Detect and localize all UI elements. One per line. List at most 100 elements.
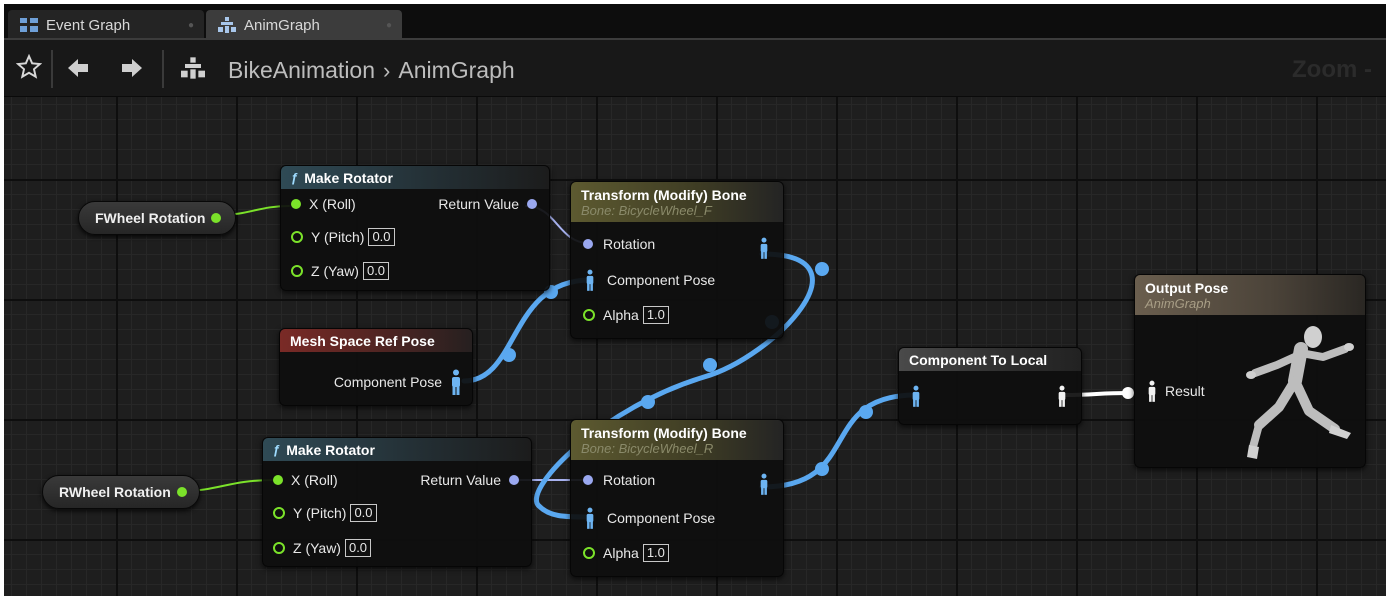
- float-input-pin[interactable]: [291, 199, 301, 209]
- node-title: Mesh Space Ref Pose: [290, 332, 435, 349]
- rotator-input-pin[interactable]: [583, 475, 593, 485]
- event-graph-icon: [20, 18, 38, 32]
- pin-label: Component Pose: [607, 272, 716, 288]
- tab-bar: Event Graph ● AnimGraph ●: [4, 4, 1386, 40]
- float-output-pin[interactable]: [211, 213, 222, 223]
- wire-reroute-dot: [815, 462, 829, 476]
- pose-input-pin-icon[interactable]: [585, 268, 595, 292]
- pin-label: Rotation: [603, 236, 656, 252]
- node-title: Output Pose: [1145, 279, 1229, 296]
- pin-label: Component Pose: [333, 374, 442, 390]
- node-header: Transform (Modify) Bone Bone: BicycleWhe…: [571, 420, 783, 460]
- tab-event-graph[interactable]: Event Graph ●: [8, 10, 204, 40]
- anim-blueprint-icon: [181, 57, 205, 79]
- pin-label: Alpha: [603, 307, 639, 323]
- local-pose-output-pin-icon[interactable]: [1057, 384, 1067, 408]
- pose-output-pin-icon[interactable]: [759, 472, 769, 496]
- pin-label: Component Pose: [607, 510, 716, 526]
- rotator-input-pin[interactable]: [583, 239, 593, 249]
- wire-reroute-dot: [815, 262, 829, 276]
- node-header: ƒ Make Rotator: [263, 438, 531, 461]
- roll-pin-row[interactable]: X (Roll): [291, 196, 356, 212]
- float-input-pin[interactable]: [583, 547, 595, 559]
- node-subtitle: AnimGraph: [1145, 295, 1211, 311]
- node-subtitle: Bone: BicycleWheel_F: [581, 202, 712, 218]
- yaw-pin-row[interactable]: Z (Yaw) 0.0: [273, 539, 372, 557]
- yaw-pin-row[interactable]: Z (Yaw) 0.0: [291, 262, 390, 280]
- breadcrumb-asset[interactable]: BikeAnimation: [228, 57, 375, 84]
- mesh-space-ref-pose-node[interactable]: Mesh Space Ref Pose Component Pose: [279, 328, 473, 406]
- wire-transform-r-to-comp-to-local: [759, 392, 919, 490]
- toolbar-separator: [51, 50, 53, 88]
- graph-toolbar: BikeAnimation › AnimGraph Zoom -: [4, 40, 1386, 97]
- pin-label: Z (Yaw): [311, 263, 359, 279]
- component-pose-row[interactable]: Component Pose: [585, 268, 715, 292]
- breadcrumb: BikeAnimation › AnimGraph: [228, 57, 515, 84]
- return-value-row[interactable]: Return Value: [420, 472, 519, 488]
- tab-event-graph-label: Event Graph: [46, 16, 131, 34]
- wire-reroute-dot: [1122, 387, 1134, 399]
- component-pose-row[interactable]: Component Pose: [334, 369, 462, 395]
- wire-reroute-dot: [703, 358, 717, 372]
- node-header: Output Pose AnimGraph: [1135, 275, 1365, 315]
- close-icon[interactable]: ●: [188, 20, 194, 31]
- pin-label: X (Roll): [309, 196, 356, 212]
- roll-pin-row[interactable]: X (Roll): [273, 472, 338, 488]
- transform-modify-bone-rear[interactable]: Transform (Modify) Bone Bone: BicycleWhe…: [570, 419, 784, 577]
- pitch-pin-row[interactable]: Y (Pitch) 0.0: [273, 504, 377, 522]
- rotation-pin-row[interactable]: Rotation: [583, 236, 655, 252]
- fwheel-rotation-variable[interactable]: FWheel Rotation: [78, 201, 236, 235]
- float-input-pin[interactable]: [273, 475, 283, 485]
- pose-input-pin-icon[interactable]: [585, 506, 595, 530]
- local-pose-input-pin-icon[interactable]: [1147, 379, 1157, 403]
- breadcrumb-graph[interactable]: AnimGraph: [398, 57, 514, 84]
- float-input-pin[interactable]: [583, 309, 595, 321]
- favorite-star-icon[interactable]: [16, 54, 42, 80]
- wire-reroute-dot: [859, 405, 873, 419]
- rotation-pin-row[interactable]: Rotation: [583, 472, 655, 488]
- alpha-pin-row[interactable]: Alpha 1.0: [583, 306, 669, 324]
- pin-label: Return Value: [420, 472, 501, 488]
- rotator-output-pin[interactable]: [509, 475, 519, 485]
- back-arrow-icon[interactable]: [66, 56, 90, 80]
- pose-output-pin-icon[interactable]: [450, 369, 462, 395]
- forward-arrow-icon[interactable]: [120, 56, 144, 80]
- pin-label: Y (Pitch): [311, 229, 365, 245]
- pitch-value-field[interactable]: 0.0: [350, 504, 377, 522]
- yaw-value-field[interactable]: 0.0: [344, 539, 372, 557]
- float-input-pin[interactable]: [291, 265, 303, 277]
- float-output-pin[interactable]: [176, 487, 187, 497]
- pitch-value-field[interactable]: 0.0: [368, 228, 395, 246]
- result-pin-row[interactable]: Result: [1147, 379, 1205, 403]
- transform-modify-bone-front[interactable]: Transform (Modify) Bone Bone: BicycleWhe…: [570, 181, 784, 339]
- alpha-value-field[interactable]: 1.0: [642, 544, 669, 562]
- make-rotator-node-front[interactable]: ƒ Make Rotator X (Roll) Y (Pitch) 0.0 Z …: [280, 165, 550, 291]
- pin-label: Alpha: [603, 545, 639, 561]
- float-input-pin[interactable]: [273, 542, 285, 554]
- alpha-pin-row[interactable]: Alpha 1.0: [583, 544, 669, 562]
- rwheel-rotation-variable[interactable]: RWheel Rotation: [42, 475, 200, 509]
- float-input-pin[interactable]: [291, 231, 303, 243]
- toolbar-separator: [162, 50, 164, 88]
- yaw-value-field[interactable]: 0.0: [362, 262, 390, 280]
- pin-label: Y (Pitch): [293, 505, 347, 521]
- pose-input-pin-icon[interactable]: [911, 384, 921, 408]
- component-pose-row[interactable]: Component Pose: [585, 506, 715, 530]
- float-input-pin[interactable]: [273, 507, 285, 519]
- alpha-value-field[interactable]: 1.0: [642, 306, 669, 324]
- close-icon[interactable]: ●: [386, 20, 392, 31]
- node-title: Make Rotator: [304, 169, 393, 186]
- graph-canvas[interactable]: FWheel Rotation RWheel Rotation ƒ Make R…: [4, 97, 1386, 596]
- tab-anim-graph[interactable]: AnimGraph ●: [206, 10, 402, 40]
- pose-output-pin-icon[interactable]: [759, 236, 769, 260]
- pitch-pin-row[interactable]: Y (Pitch) 0.0: [291, 228, 395, 246]
- breadcrumb-separator: ›: [383, 57, 391, 83]
- output-pose-node[interactable]: Output Pose AnimGraph Result: [1134, 274, 1366, 468]
- rwheel-rotation-label: RWheel Rotation: [59, 484, 171, 500]
- make-rotator-node-rear[interactable]: ƒ Make Rotator X (Roll) Y (Pitch) 0.0 Z …: [262, 437, 532, 567]
- return-value-row[interactable]: Return Value: [438, 196, 537, 212]
- running-mannequin-icon: [1246, 326, 1354, 459]
- component-to-local-node[interactable]: Component To Local: [898, 347, 1082, 425]
- rotator-output-pin[interactable]: [527, 199, 537, 209]
- function-icon: ƒ: [273, 442, 281, 457]
